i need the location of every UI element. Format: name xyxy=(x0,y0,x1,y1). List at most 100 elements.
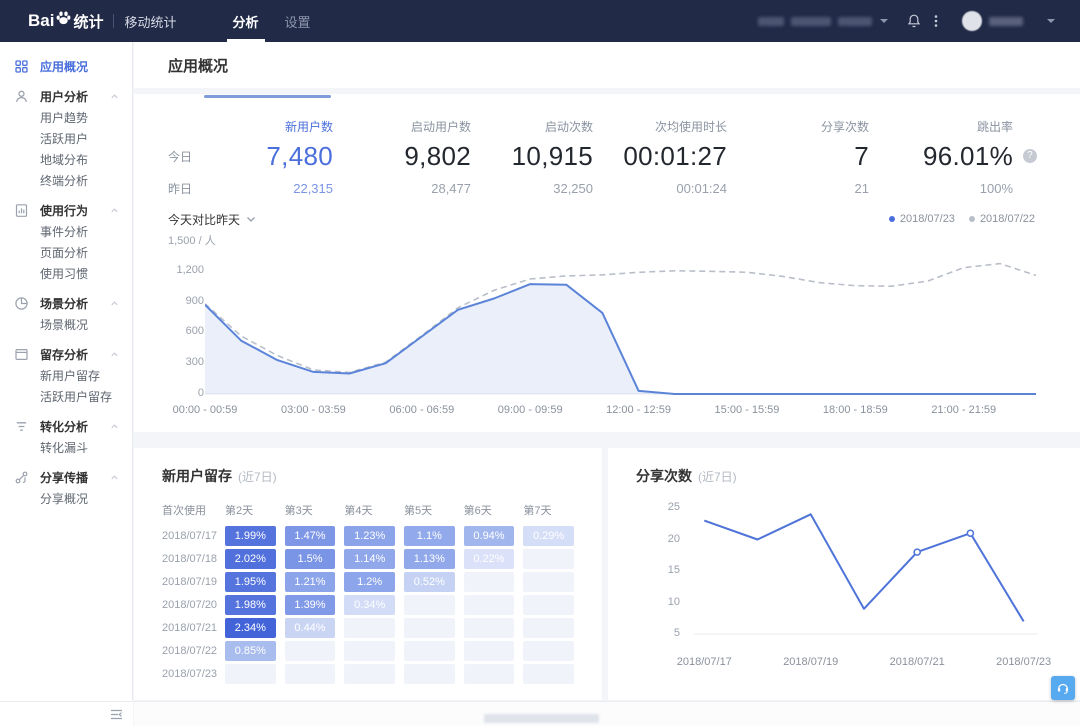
metric-tab-bounce-rate[interactable]: 跳出率 xyxy=(869,118,1013,135)
metrics-summary: 新用户数 启动用户数 启动次数 次均使用时长 分享次数 跳出率 今日 7,480 9,802 10… xyxy=(134,94,1080,200)
legend-item-1[interactable]: 2018/07/22 xyxy=(968,213,1035,225)
retention-cell xyxy=(404,664,455,684)
sidebar-subitem-user-analysis-3[interactable]: 终端分析 xyxy=(0,170,132,191)
retention-cell xyxy=(463,572,515,592)
metrics-scrollbar[interactable] xyxy=(204,95,331,98)
retention-cell: 0.44% xyxy=(284,618,336,638)
baidu-paw-icon xyxy=(55,10,72,26)
brand-logo[interactable]: Bai 统计 移动统计 xyxy=(0,10,177,32)
tab-analysis[interactable]: 分析 xyxy=(226,0,265,42)
metric-tab-launch-users[interactable]: 启动用户数 xyxy=(333,118,471,135)
retention-cell xyxy=(284,641,336,661)
retention-col-header: 第4天 xyxy=(344,505,373,517)
sidebar-item-label: 转化分析 xyxy=(40,419,89,434)
retention-cell: 2.02% xyxy=(225,549,276,569)
page-title: 应用概况 xyxy=(168,57,229,75)
sidebar-item-label: 应用概况 xyxy=(40,59,89,74)
retention-cell xyxy=(523,618,574,638)
retention-cell: 0.94% xyxy=(463,526,515,546)
sidebar-subitem-retention-analysis-1[interactable]: 活跃用户留存 xyxy=(0,386,132,407)
metric-tab-share-count[interactable]: 分享次数 xyxy=(727,118,869,135)
sidebar-item-conversion-analysis[interactable]: 转化分析 xyxy=(0,415,132,437)
chevron-up-icon xyxy=(109,421,120,432)
tab-label: 设置 xyxy=(284,14,311,30)
app-selector-redacted[interactable] xyxy=(758,16,784,26)
retention-col-header: 第2天 xyxy=(225,505,254,517)
metric-today-launch-users: 9,802 xyxy=(333,141,471,172)
user-avatar[interactable] xyxy=(962,11,982,31)
retention-cell xyxy=(463,595,515,615)
sidebar-item-scene-analysis[interactable]: 场景分析 xyxy=(0,292,132,314)
y-axis-tick: 900 xyxy=(185,294,204,307)
retention-row-date: 2018/07/21 xyxy=(162,622,218,634)
y-axis-tick: 10 xyxy=(667,595,680,608)
brand-divider xyxy=(113,14,115,28)
compare-dropdown[interactable]: 今天对比昨天 xyxy=(168,211,256,228)
sidebar-subitem-usage-behavior-1[interactable]: 页面分析 xyxy=(0,242,132,263)
metric-today-value: 10,915 xyxy=(511,140,593,171)
sidebar-subitem-user-analysis-0[interactable]: 用户趋势 xyxy=(0,107,132,128)
sidebar-item-app-overview[interactable]: 应用概况 xyxy=(0,55,132,77)
y-axis-tick: 1,200 xyxy=(176,263,204,276)
collapse-sidebar-icon[interactable] xyxy=(109,707,124,722)
x-axis-tick: 12:00 - 12:59 xyxy=(606,404,671,416)
main-content: 应用概况 新用户数 启动用户数 启动次数 次均使用时长 分享次数 跳出率 今日 7,480 9,… xyxy=(134,42,1080,726)
retention-cell: 1.5% xyxy=(284,549,336,569)
primary-nav-tabs: 分析 设置 xyxy=(226,0,311,42)
active-tab-underline xyxy=(226,39,265,42)
support-button[interactable] xyxy=(1051,676,1075,700)
sidebar-subitem-user-analysis-2[interactable]: 地域分布 xyxy=(0,149,132,170)
sidebar-subitem-scene-analysis-0[interactable]: 场景概况 xyxy=(0,314,132,335)
next-section-cutoff xyxy=(134,701,1080,726)
sidebar-subitem-usage-behavior-0[interactable]: 事件分析 xyxy=(0,221,132,242)
sidebar-item-retention-analysis[interactable]: 留存分析 xyxy=(0,343,132,365)
chevron-down-icon xyxy=(247,216,255,222)
funnel-icon xyxy=(14,419,29,434)
metric-tab-launch-count[interactable]: 启动次数 xyxy=(471,118,593,135)
chevron-up-icon xyxy=(109,91,120,102)
help-icon[interactable]: ? xyxy=(1023,149,1037,163)
retention-cell xyxy=(404,618,455,638)
x-axis-tick: 18:00 - 18:59 xyxy=(822,404,888,416)
kebab-menu-icon[interactable] xyxy=(929,13,943,29)
retention-cell: 2.34% xyxy=(225,618,276,638)
y-axis-tick: 5 xyxy=(673,627,680,639)
sidebar-item-share-spread[interactable]: 分享传播 xyxy=(0,466,132,488)
retention-cell: 0.85% xyxy=(225,641,276,661)
sidebar-item-user-analysis[interactable]: 用户分析 xyxy=(0,85,132,107)
sidebar-subitem-usage-behavior-2[interactable]: 使用习惯 xyxy=(0,263,132,284)
brand-bai-text: Bai xyxy=(28,11,55,30)
sidebar-subitem-retention-analysis-0[interactable]: 新用户留存 xyxy=(0,365,132,386)
x-axis-tick: 00:00 - 00:59 xyxy=(172,404,238,416)
sidebar: 应用概况用户分析用户趋势 活跃用户 地域分布 终端分析使用行为 事件分析 页面分析 使用习惯… xyxy=(0,42,133,726)
chevron-up-icon xyxy=(109,349,120,360)
retention-icon xyxy=(14,347,29,362)
metric-tab-new-users[interactable]: 新用户数 xyxy=(208,118,333,135)
card-title: 新用户留存 xyxy=(162,468,232,484)
legend-item-0[interactable]: 2018/07/23 xyxy=(888,213,955,225)
sidebar-subitem-user-analysis-1[interactable]: 活跃用户 xyxy=(0,128,132,149)
tab-settings[interactable]: 设置 xyxy=(285,0,311,42)
chevron-up-icon xyxy=(109,205,120,216)
app-selector-redacted[interactable] xyxy=(838,16,872,26)
x-axis-labels: 2018/07/17 2018/07/19 2018/07/21 2018/07/23 xyxy=(677,656,1051,670)
chevron-up-icon xyxy=(109,298,120,309)
retention-cell xyxy=(523,549,574,569)
sidebar-subitem-share-spread-0[interactable]: 分享概况 xyxy=(0,488,132,509)
retention-row-date: 2018/07/19 xyxy=(162,576,218,588)
retention-cell: 1.23% xyxy=(344,526,395,546)
app-selector-redacted[interactable] xyxy=(791,16,831,26)
sidebar-subitem-conversion-analysis-0[interactable]: 转化漏斗 xyxy=(0,437,132,458)
retention-cell xyxy=(523,572,574,592)
retention-row-date: 2018/07/20 xyxy=(162,599,218,611)
retention-cell xyxy=(463,618,515,638)
retention-cell: 0.34% xyxy=(344,595,395,615)
chevron-down-icon[interactable] xyxy=(879,17,889,25)
compare-controls: 今天对比昨天 2018/07/23 2018/07/22 xyxy=(134,208,1080,230)
retention-table: 首次使用 第2天 第3天 第4天 第5天 第6天 第7天 2018/07/17 1.99% 1.4… xyxy=(162,502,574,684)
sidebar-item-label: 用户分析 xyxy=(40,89,89,104)
bell-icon[interactable] xyxy=(906,13,922,29)
metric-tab-avg-duration[interactable]: 次均使用时长 xyxy=(593,118,727,135)
user-menu-caret-icon[interactable] xyxy=(1046,17,1056,25)
sidebar-item-usage-behavior[interactable]: 使用行为 xyxy=(0,199,132,221)
